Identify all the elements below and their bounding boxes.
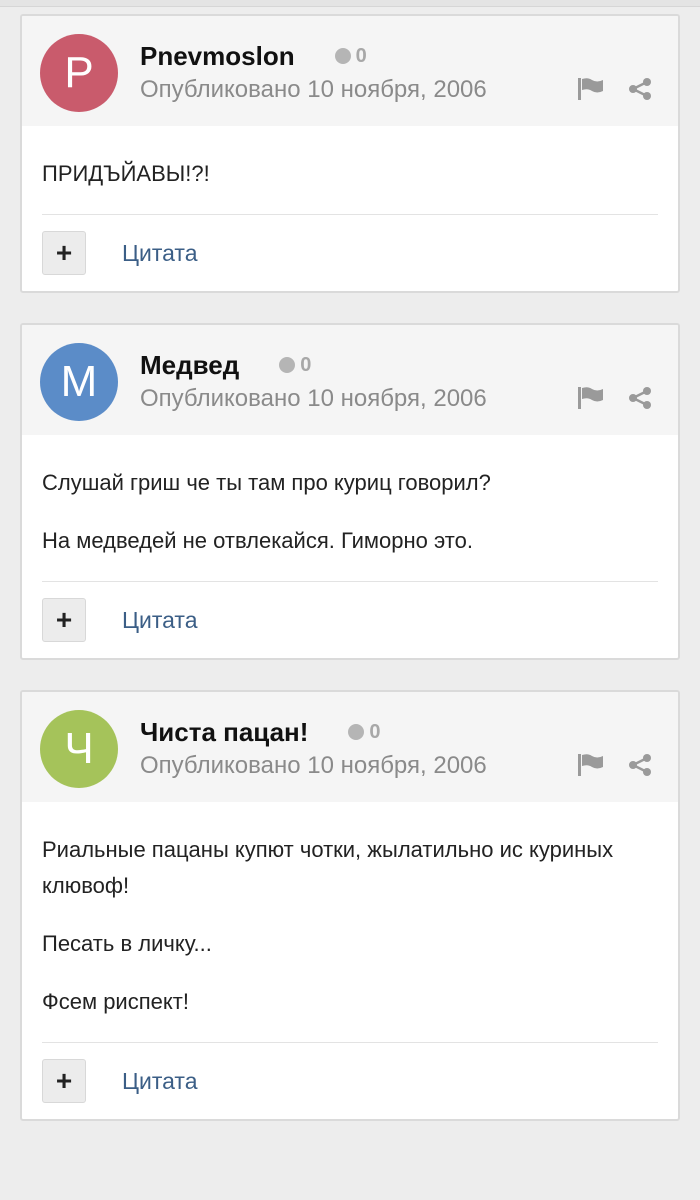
post-paragraph: Слушай гриш че ты там про куриц говорил? — [42, 470, 491, 495]
multiquote-button[interactable]: + — [42, 598, 86, 642]
author-name[interactable]: Pnevmoslon — [140, 41, 295, 72]
reputation-count: 0 — [300, 353, 312, 376]
author-line: Pnevmoslon 0 — [140, 38, 367, 74]
avatar[interactable]: Ч — [40, 710, 118, 788]
post-date[interactable]: Опубликовано 10 ноября, 2006 — [140, 385, 487, 413]
post-content: Риальные пацаны купют чотки, жылатильно … — [22, 802, 678, 1020]
reputation-badge[interactable]: 0 — [334, 44, 367, 68]
reputation-dot-icon — [348, 724, 365, 740]
flag-icon[interactable] — [578, 387, 604, 414]
quote-button[interactable]: Цитата — [122, 240, 198, 267]
post-header: P Pnevmoslon 0 Опубликовано 10 ноября, 2… — [22, 16, 678, 126]
author-name[interactable]: Медвед — [140, 350, 239, 381]
post-paragraph: На медведей не отвлекайся. Гиморно это. — [42, 528, 473, 553]
post-date[interactable]: Опубликовано 10 ноября, 2006 — [140, 752, 487, 780]
post-actions — [554, 78, 652, 105]
share-icon[interactable] — [628, 754, 652, 781]
avatar[interactable]: P — [40, 34, 118, 112]
post-paragraph: ПРИДЪЙАВЫ!?! — [42, 161, 210, 186]
post: М Медвед 0 Опубликовано 10 ноября, 2006 … — [20, 323, 680, 660]
reputation-dot-icon — [279, 357, 296, 373]
reputation-dot-icon — [334, 48, 351, 64]
reputation-count: 0 — [355, 44, 367, 67]
avatar[interactable]: М — [40, 343, 118, 421]
post-date[interactable]: Опубликовано 10 ноября, 2006 — [140, 76, 487, 104]
top-divider — [0, 0, 700, 7]
post: P Pnevmoslon 0 Опубликовано 10 ноября, 2… — [20, 14, 680, 293]
multiquote-button[interactable]: + — [42, 1059, 86, 1103]
author-line: Чиста пацан! 0 — [140, 714, 381, 750]
share-icon[interactable] — [628, 78, 652, 105]
flag-icon[interactable] — [578, 78, 604, 105]
post-paragraph: Песать в личку... — [42, 931, 212, 956]
post: Ч Чиста пацан! 0 Опубликовано 10 ноября,… — [20, 690, 680, 1121]
post-content: ПРИДЪЙАВЫ!?! — [22, 126, 678, 192]
post-footer: + Цитата — [42, 581, 658, 658]
post-footer: + Цитата — [42, 214, 658, 291]
post-paragraph: Фсем риспект! — [42, 989, 189, 1014]
post-header: Ч Чиста пацан! 0 Опубликовано 10 ноября,… — [22, 692, 678, 802]
multiquote-button[interactable]: + — [42, 231, 86, 275]
post-footer: + Цитата — [42, 1042, 658, 1119]
post-content: Слушай гриш че ты там про куриц говорил?… — [22, 435, 678, 559]
post-header: М Медвед 0 Опубликовано 10 ноября, 2006 — [22, 325, 678, 435]
author-line: Медвед 0 — [140, 347, 311, 383]
share-icon[interactable] — [628, 387, 652, 414]
reputation-badge[interactable]: 0 — [348, 720, 381, 744]
post-actions — [554, 387, 652, 414]
quote-button[interactable]: Цитата — [122, 607, 198, 634]
post-feed: P Pnevmoslon 0 Опубликовано 10 ноября, 2… — [20, 14, 680, 1151]
flag-icon[interactable] — [578, 754, 604, 781]
post-paragraph: Риальные пацаны купют чотки, жылатильно … — [42, 837, 614, 898]
post-actions — [554, 754, 652, 781]
reputation-count: 0 — [369, 720, 381, 743]
quote-button[interactable]: Цитата — [122, 1068, 198, 1095]
reputation-badge[interactable]: 0 — [279, 354, 311, 377]
author-name[interactable]: Чиста пацан! — [140, 717, 308, 748]
